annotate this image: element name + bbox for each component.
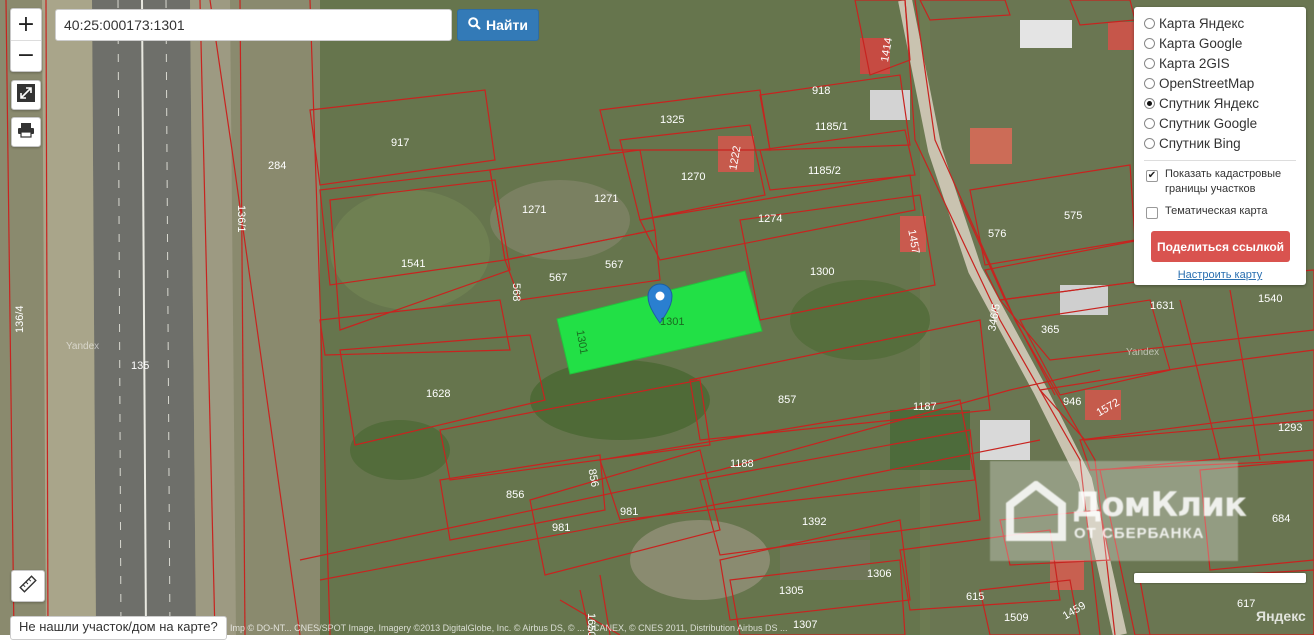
parcel-number: 981 bbox=[552, 522, 570, 534]
parcel-number: 1631 bbox=[1150, 300, 1174, 312]
layer-label: Спутник Google bbox=[1159, 115, 1258, 131]
layer-label: Карта Яндекс bbox=[1159, 15, 1245, 31]
provider-watermark: Yandex bbox=[1126, 347, 1159, 358]
parcel-number: 1628 bbox=[426, 388, 450, 400]
search-button-label: Найти bbox=[486, 17, 528, 33]
parcel-number: 567 bbox=[605, 259, 623, 271]
zoom-control: + − bbox=[10, 8, 42, 72]
parcel-number: 684 bbox=[1272, 513, 1290, 525]
parcel-number: 615 bbox=[966, 591, 984, 603]
layer-label: Спутник Яндекс bbox=[1159, 95, 1260, 111]
thematic-label: Тематическая карта bbox=[1165, 205, 1268, 217]
thematic-checkbox[interactable] bbox=[1146, 207, 1158, 219]
parcel-number: 568 bbox=[510, 283, 522, 301]
layer-label: OpenStreetMap bbox=[1159, 75, 1255, 91]
parcel-number: 946 bbox=[1063, 396, 1081, 408]
parcel-number: 1540 bbox=[1258, 293, 1282, 305]
expand-icon bbox=[16, 83, 36, 108]
parcel-number: 575 bbox=[1064, 210, 1082, 222]
parcel-number: 1185/1 bbox=[815, 121, 848, 133]
layer-option[interactable]: Карта Google bbox=[1144, 33, 1306, 53]
parcel-number: 136/1 bbox=[235, 205, 247, 233]
parcel-number: 1509 bbox=[1004, 612, 1028, 624]
parcel-number: 1305 bbox=[779, 585, 803, 597]
layer-option[interactable]: Карта Яндекс bbox=[1144, 13, 1306, 33]
parcel-number: 1293 bbox=[1278, 422, 1302, 434]
layer-option[interactable]: Спутник Google bbox=[1144, 113, 1306, 133]
parcel-number: 1188 bbox=[730, 458, 754, 470]
layer-label: Карта 2GIS bbox=[1159, 55, 1230, 71]
layer-option[interactable]: Спутник Bing bbox=[1144, 133, 1306, 153]
parcel-number: 136/4 bbox=[14, 305, 26, 333]
parcel-number: 1300 bbox=[810, 266, 834, 278]
map-settings-link[interactable]: Настроить карту bbox=[1144, 269, 1306, 281]
search-icon bbox=[468, 17, 481, 33]
print-icon bbox=[17, 122, 35, 143]
parcel-number: 1187 bbox=[913, 401, 937, 413]
provider-watermark: Yandex bbox=[66, 341, 99, 352]
parcel-number: 1270 bbox=[681, 171, 705, 183]
cadastral-search-input[interactable]: 40:25:000173:1301 bbox=[55, 9, 452, 41]
ruler-button[interactable] bbox=[11, 570, 45, 602]
layer-radio[interactable] bbox=[1144, 97, 1155, 109]
layer-option[interactable]: Спутник Яндекс bbox=[1144, 93, 1306, 113]
parcel-number: 576 bbox=[988, 228, 1006, 240]
layer-label: Карта Google bbox=[1159, 35, 1243, 51]
layer-option[interactable]: Карта 2GIS bbox=[1144, 53, 1306, 73]
map-scale-bar bbox=[1134, 573, 1306, 583]
layers-panel: Карта Яндекс Карта Google Карта 2GIS OpenSt… bbox=[1134, 7, 1306, 285]
layer-radio[interactable] bbox=[1144, 137, 1155, 149]
parcel-number: 857 bbox=[778, 394, 796, 406]
parcel-number: 284 bbox=[268, 160, 286, 172]
map-copyright[interactable]: Imp © DO-NT... CNES/SPOT Image, Imagery … bbox=[230, 623, 788, 633]
parcel-number: 617 bbox=[1237, 598, 1255, 610]
parcel-number: 1301 bbox=[660, 316, 684, 328]
parcel-number: 1274 bbox=[758, 213, 782, 225]
parcel-number: 365 bbox=[1041, 324, 1059, 336]
parcel-number: 917 bbox=[391, 137, 409, 149]
layer-radio[interactable] bbox=[1144, 77, 1155, 89]
parcel-number: 1185/2 bbox=[808, 165, 841, 177]
layer-radio[interactable] bbox=[1144, 117, 1155, 129]
parcel-number: 1271 bbox=[522, 204, 546, 216]
parcel-number: 918 bbox=[812, 85, 830, 97]
not-found-link[interactable]: Не нашли участок/дом на карте? bbox=[10, 616, 227, 640]
zoom-in-button[interactable]: + bbox=[11, 9, 41, 41]
parcel-number: 1271 bbox=[594, 193, 618, 205]
parcel-number: 567 bbox=[549, 272, 567, 284]
layer-radio[interactable] bbox=[1144, 17, 1155, 29]
layer-option[interactable]: OpenStreetMap bbox=[1144, 73, 1306, 93]
thematic-toggle[interactable]: Тематическая карта bbox=[1144, 204, 1306, 219]
ruler-icon bbox=[19, 574, 37, 598]
zoom-out-button[interactable]: − bbox=[11, 41, 41, 72]
parcel-number: 1541 bbox=[401, 258, 425, 270]
parcel-number: 1392 bbox=[802, 516, 826, 528]
domclick-subtitle: ОТ СБЕРБАНКА bbox=[1074, 525, 1205, 542]
domclick-watermark: ДомКлик ОТ СБЕРБАНКА bbox=[990, 461, 1247, 561]
parcel-number: 1307 bbox=[793, 619, 817, 631]
cadastral-checkbox[interactable]: ✔ bbox=[1146, 170, 1158, 182]
panel-divider bbox=[1144, 160, 1296, 161]
print-button[interactable] bbox=[11, 117, 41, 147]
parcel-number: 135 bbox=[131, 360, 149, 372]
cadastral-toggle[interactable]: ✔ Показать кадастровые границы участков bbox=[1144, 167, 1306, 197]
domclick-logo-icon bbox=[1006, 479, 1066, 546]
layer-radio[interactable] bbox=[1144, 37, 1155, 49]
layer-list: Карта Яндекс Карта Google Карта 2GIS OpenSt… bbox=[1144, 13, 1306, 153]
parcel-number: 981 bbox=[620, 506, 638, 518]
yandex-logo[interactable]: Яндекс bbox=[1256, 608, 1306, 624]
share-link-button[interactable]: Поделиться ссылкой bbox=[1151, 231, 1290, 262]
parcel-number: 856 bbox=[506, 489, 524, 501]
parcel-number: 1306 bbox=[867, 568, 891, 580]
domclick-brand: ДомКлик bbox=[1072, 485, 1247, 525]
parcel-number: 1325 bbox=[660, 114, 684, 126]
layer-label: Спутник Bing bbox=[1159, 135, 1241, 151]
layer-radio[interactable] bbox=[1144, 57, 1155, 69]
cadastral-label: Показать кадастровые границы участков bbox=[1165, 168, 1282, 195]
search-button[interactable]: Найти bbox=[457, 9, 539, 41]
fullscreen-button[interactable] bbox=[11, 80, 41, 110]
